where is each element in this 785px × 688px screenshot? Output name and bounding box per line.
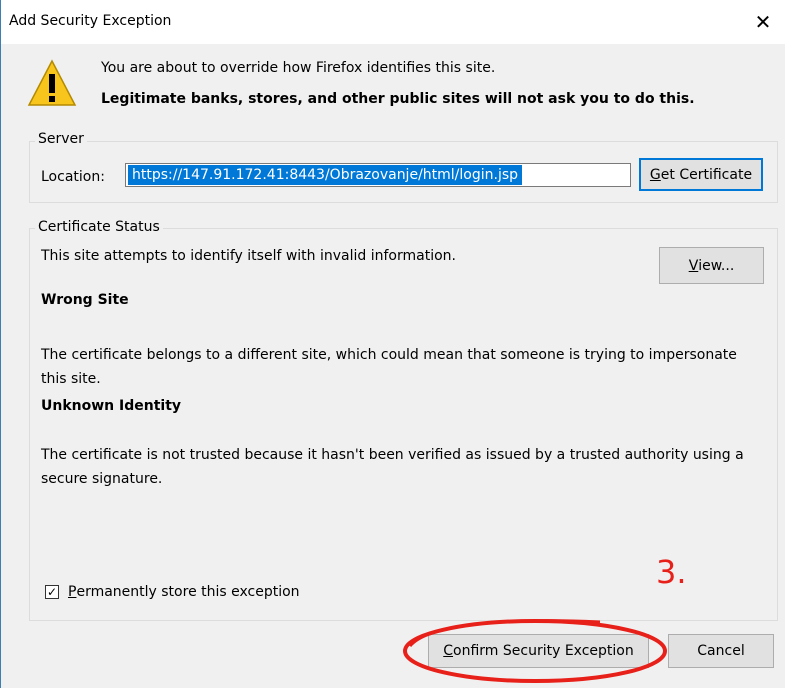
cancel-button[interactable]: Cancel <box>668 634 774 668</box>
unknown-identity-description: The certificate is not trusted because i… <box>41 447 744 487</box>
location-value: https://147.91.172.41:8443/Obrazovanje/h… <box>128 165 523 185</box>
confirm-security-exception-button[interactable]: Confirm Security Exception <box>428 634 649 668</box>
dialog-title: Add Security Exception <box>9 13 172 29</box>
get-certificate-accel: G <box>649 166 661 183</box>
status-summary: This site attempts to identify itself wi… <box>41 248 456 264</box>
permanent-store-accel: P <box>68 584 77 600</box>
title-bar[interactable]: Add Security Exception ✕ <box>1 0 785 44</box>
warning-triangle-icon <box>27 59 77 106</box>
unknown-identity-heading: Unknown Identity <box>41 398 182 414</box>
warning-emphasis: Legitimate banks, stores, and other publ… <box>101 91 695 107</box>
permanent-store-checkbox-row[interactable]: ✓ Permanently store this exception <box>45 584 300 600</box>
location-label: Location: <box>41 169 105 185</box>
permanent-store-label: ermanently store this exception <box>76 584 300 600</box>
close-button[interactable]: ✕ <box>740 0 785 44</box>
close-icon: ✕ <box>754 10 772 34</box>
wrong-site-heading: Wrong Site <box>41 292 129 308</box>
location-input[interactable]: https://147.91.172.41:8443/Obrazovanje/h… <box>125 163 631 187</box>
confirm-accel: C <box>443 643 454 659</box>
confirm-label: onfirm Security Exception <box>453 643 634 659</box>
certificate-status-legend: Certificate Status <box>35 219 163 235</box>
warning-message: You are about to override how Firefox id… <box>101 60 496 76</box>
view-button[interactable]: View... <box>659 247 764 284</box>
checkmark-icon: ✓ <box>46 585 58 599</box>
cancel-label: Cancel <box>697 643 745 659</box>
wrong-site-description: The certificate belongs to a different s… <box>41 347 737 387</box>
permanent-store-checkbox[interactable]: ✓ <box>45 585 59 599</box>
get-certificate-button[interactable]: Get Certificate <box>639 158 763 191</box>
view-label: iew... <box>698 257 735 274</box>
view-accel: V <box>688 257 699 274</box>
step-annotation: 3. <box>656 553 687 591</box>
server-legend: Server <box>35 131 87 147</box>
add-security-exception-dialog: Add Security Exception ✕ You are about t… <box>0 0 785 688</box>
get-certificate-label: et Certificate <box>660 166 753 183</box>
